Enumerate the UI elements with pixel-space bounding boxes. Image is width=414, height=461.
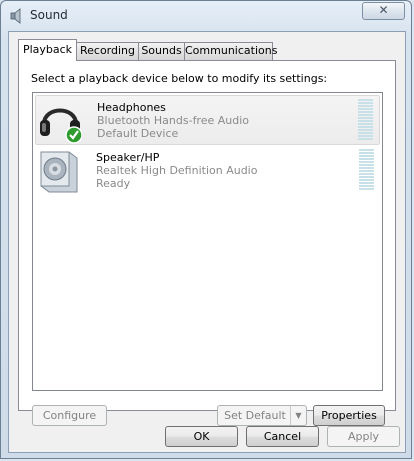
device-name: Headphones [97,101,166,114]
close-button[interactable]: ✕ [362,2,405,20]
close-icon: ✕ [378,3,389,17]
device-description: Realtek High Definition Audio [96,164,258,177]
volume-meter [358,99,373,141]
device-name: Speaker/HP [96,151,160,164]
sound-dialog: Sound ✕ Playback Recording Sounds Commun… [0,0,412,459]
window-title: Sound [30,8,68,22]
set-default-button[interactable]: Set Default ▼ [217,405,307,426]
set-default-label: Set Default [224,409,286,422]
title-bar[interactable]: Sound ✕ [1,1,411,31]
device-item-speaker[interactable]: Speaker/HP Realtek High Definition Audio… [35,146,380,196]
tab-communications[interactable]: Communications [184,42,277,60]
headphones-icon [40,108,82,144]
tab-sounds[interactable]: Sounds [138,42,185,60]
chevron-down-icon[interactable]: ▼ [290,406,306,425]
device-description: Bluetooth Hands-free Audio [97,114,250,127]
tab-playback[interactable]: Playback [18,39,77,61]
device-status: Ready [96,177,131,190]
speaker-icon [40,151,78,193]
client-area: Playback Recording Sounds Communications… [8,31,406,453]
cancel-button[interactable]: Cancel [246,426,319,447]
ok-button[interactable]: OK [165,426,238,447]
sound-app-icon [10,8,21,24]
device-status: Default Device [97,127,179,140]
tab-recording[interactable]: Recording [76,42,139,60]
volume-meter [359,149,374,191]
device-list[interactable]: Headphones Bluetooth Hands-free Audio De… [32,92,383,391]
device-item-headphones[interactable]: Headphones Bluetooth Hands-free Audio De… [35,95,380,145]
configure-button[interactable]: Configure [32,405,107,426]
apply-button[interactable]: Apply [327,426,400,447]
properties-button[interactable]: Properties [313,405,385,426]
instruction-text: Select a playback device below to modify… [31,72,328,85]
playback-panel: Select a playback device below to modify… [18,60,396,426]
